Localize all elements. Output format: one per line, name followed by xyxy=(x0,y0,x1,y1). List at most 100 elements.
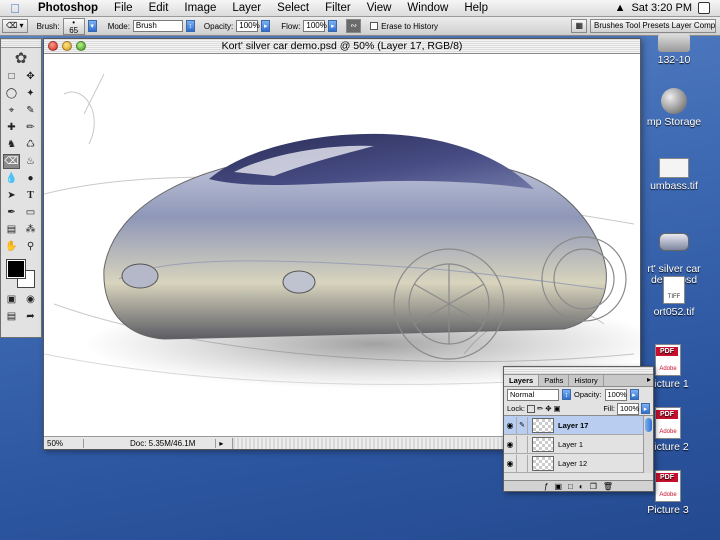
menu-image[interactable]: Image xyxy=(176,0,224,17)
add-mask-icon[interactable]: ▣ xyxy=(554,482,562,491)
type-tool-icon[interactable]: T xyxy=(22,188,39,203)
visibility-eye-icon[interactable]: ◉ xyxy=(504,459,516,468)
history-brush-tool-icon[interactable]: ♺ xyxy=(22,137,39,152)
layers-palette-title-bar[interactable] xyxy=(504,367,653,375)
foreground-color-swatch[interactable] xyxy=(6,259,26,279)
palette-menu-icon[interactable]: ▸ xyxy=(647,375,653,386)
menu-layer[interactable]: Layer xyxy=(224,0,269,17)
tab-paths[interactable]: Paths xyxy=(539,375,570,386)
fill-arrow[interactable]: ▸ xyxy=(641,403,650,414)
screen-mode-icon[interactable]: ▤ xyxy=(3,309,20,324)
clone-stamp-tool-icon[interactable]: ♞ xyxy=(3,137,20,152)
layer-row-layer-12[interactable]: ◉ Layer 12 xyxy=(504,454,643,473)
adobe-feather-logo[interactable]: ✿ xyxy=(1,48,41,68)
desktop-icon-tiff[interactable]: TIFF ort052.tif xyxy=(639,276,709,318)
magic-wand-tool-icon[interactable]: ✦ xyxy=(22,86,39,101)
blend-mode-arrow[interactable]: ↕ xyxy=(562,389,571,400)
desktop-icon-tif[interactable]: umbass.tif xyxy=(639,158,709,192)
visibility-eye-icon[interactable]: ◉ xyxy=(504,440,516,449)
tool-preset-picker[interactable]: ⌫ ▾ xyxy=(2,19,28,33)
quick-mask-mode-icon[interactable]: ◉ xyxy=(22,292,39,307)
close-window-icon[interactable] xyxy=(48,41,58,51)
menu-edit[interactable]: Edit xyxy=(141,0,177,17)
blur-tool-icon[interactable]: 💧 xyxy=(3,171,20,186)
visibility-eye-icon[interactable]: ◉ xyxy=(504,421,516,430)
healing-brush-tool-icon[interactable]: ✚ xyxy=(3,120,20,135)
layers-palette-footer: ƒ ▣ □ ◐ ❐ 🗑 xyxy=(504,480,653,491)
crop-tool-icon[interactable]: ⌖ xyxy=(3,103,20,118)
standard-mode-icon[interactable]: ▣ xyxy=(3,292,20,307)
erase-history-checkbox[interactable] xyxy=(370,22,379,30)
zoom-window-icon[interactable] xyxy=(76,41,86,51)
tab-history[interactable]: History xyxy=(569,375,604,386)
eraser-tool-icon[interactable]: ⌫ xyxy=(3,154,20,169)
slice-tool-icon[interactable]: ✎ xyxy=(22,103,39,118)
menu-select[interactable]: Select xyxy=(269,0,317,17)
pen-tool-icon[interactable]: ✒ xyxy=(3,205,20,220)
menu-window[interactable]: Window xyxy=(399,0,456,17)
layer-row-layer-1[interactable]: ◉ Layer 1 xyxy=(504,435,643,454)
opacity-input[interactable]: 100% xyxy=(236,20,260,32)
new-set-icon[interactable]: □ xyxy=(568,482,573,491)
menu-view[interactable]: View xyxy=(359,0,400,17)
layer-link-slot[interactable] xyxy=(516,454,528,472)
layer-row-layer-17[interactable]: ◉ ✎ Layer 17 xyxy=(504,416,643,435)
minimize-window-icon[interactable] xyxy=(62,41,72,51)
palette-well[interactable]: Brushes Tool Presets Layer Comps xyxy=(590,19,716,33)
lasso-tool-icon[interactable]: ◯ xyxy=(3,86,20,101)
marquee-tool-icon[interactable]: □ xyxy=(3,69,20,84)
lock-pixels-icon[interactable]: ✏ xyxy=(537,404,543,413)
airbrush-toggle-icon[interactable]: ∾ xyxy=(346,19,362,33)
lock-transparency-icon[interactable] xyxy=(526,404,535,413)
mode-select[interactable]: Brush xyxy=(132,20,183,32)
adjustment-layer-icon[interactable]: ◐ xyxy=(579,482,584,491)
flow-slider-arrow[interactable]: ▸ xyxy=(328,20,338,32)
new-layer-icon[interactable]: ❐ xyxy=(590,482,597,491)
dodge-tool-icon[interactable]: ● xyxy=(22,171,39,186)
file-browser-icon[interactable]: ▦ xyxy=(571,19,587,33)
layers-scroll-thumb[interactable] xyxy=(645,418,652,432)
eyedropper-tool-icon[interactable]: ⁂ xyxy=(22,222,39,237)
menu-extras: ▲ Sat 3:20 PM xyxy=(615,2,720,14)
tab-layers[interactable]: Layers xyxy=(504,375,540,386)
document-title-bar[interactable]: Kort' silver car demo.psd @ 50% (Layer 1… xyxy=(44,39,640,54)
lock-all-icon[interactable]: ▣ xyxy=(554,404,561,413)
desktop-icon-disk[interactable]: 132-10 xyxy=(639,34,709,66)
opacity-slider-arrow[interactable]: ▸ xyxy=(261,20,271,32)
app-switcher-icon[interactable] xyxy=(698,2,710,14)
path-selection-tool-icon[interactable]: ➤ xyxy=(3,188,20,203)
blend-mode-select[interactable]: Normal xyxy=(507,388,559,401)
flow-input[interactable]: 100% xyxy=(303,20,327,32)
hand-tool-icon[interactable]: ✋ xyxy=(3,239,20,254)
zoom-level[interactable]: 50% xyxy=(44,438,84,448)
lock-position-icon[interactable]: ✥ xyxy=(545,404,551,413)
menu-filter[interactable]: Filter xyxy=(317,0,359,17)
fill-input[interactable]: 100% xyxy=(617,402,639,415)
layer-brush-icon[interactable]: ✎ xyxy=(516,416,528,434)
menu-photoshop[interactable]: Photoshop xyxy=(30,0,106,17)
layer-style-icon[interactable]: ƒ xyxy=(544,482,548,491)
brush-tool-icon[interactable]: ✏ xyxy=(22,120,39,135)
toolbox-title-bar[interactable] xyxy=(1,39,41,48)
menu-file[interactable]: File xyxy=(106,0,141,17)
delete-layer-icon[interactable]: 🗑 xyxy=(603,482,613,491)
desktop-icon-storage[interactable]: mp Storage xyxy=(639,88,709,128)
jump-to-imageready-icon[interactable]: ➦ xyxy=(22,309,39,324)
brush-picker-arrow[interactable]: ▾ xyxy=(87,20,97,32)
paint-bucket-tool-icon[interactable]: ♨ xyxy=(22,154,39,169)
zoom-tool-icon[interactable]: ⚲ xyxy=(22,239,39,254)
status-menu-arrow-icon[interactable]: ▸ xyxy=(216,439,226,448)
menu-help[interactable]: Help xyxy=(456,0,496,17)
shape-tool-icon[interactable]: ▭ xyxy=(22,205,39,220)
apple-menu-icon[interactable]:  xyxy=(0,1,30,16)
layer-opacity-input[interactable]: 100% xyxy=(604,388,627,401)
speaker-icon[interactable]: ▲ xyxy=(615,2,626,14)
brush-preset-picker[interactable]: • 65 xyxy=(62,17,85,35)
notes-tool-icon[interactable]: ▤ xyxy=(3,222,20,237)
clock-text[interactable]: Sat 3:20 PM xyxy=(631,2,692,14)
layer-opacity-arrow[interactable]: ▸ xyxy=(629,389,639,400)
mode-select-arrow[interactable]: ↕ xyxy=(185,20,195,32)
layer-link-slot[interactable] xyxy=(516,435,528,453)
move-tool-icon[interactable]: ✥ xyxy=(22,69,39,84)
layers-scrollbar[interactable] xyxy=(643,416,653,473)
